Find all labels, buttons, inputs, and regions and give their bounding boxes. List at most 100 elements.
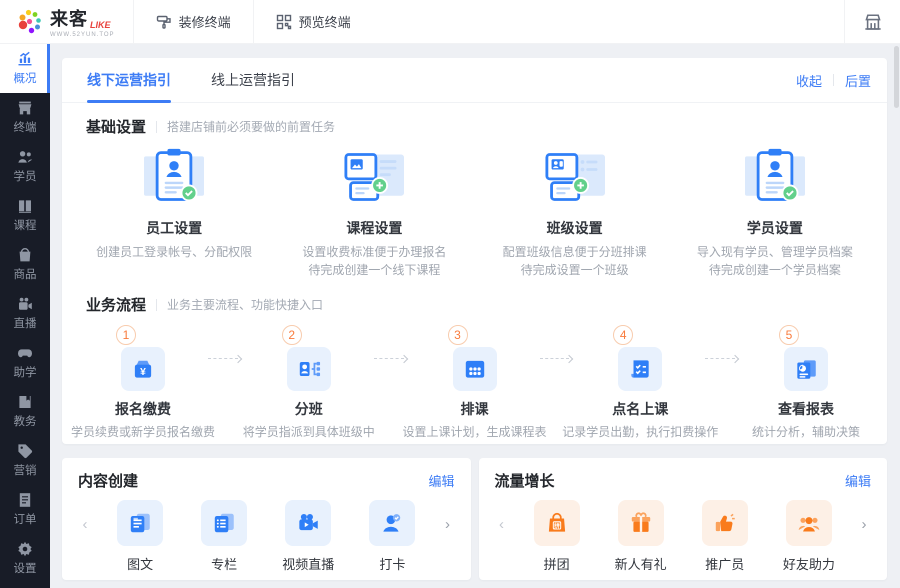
storefront-icon [864, 13, 881, 30]
setup-item-desc: 创建员工登录帐号、分配权限 [96, 245, 253, 259]
section-divider [156, 120, 158, 133]
flow-step-assign-class[interactable]: 2 分班 将学员指派到具体班级中 [243, 325, 375, 441]
setup-item-desc: 设置收费标准便于办理报名 [302, 245, 447, 259]
sidebar-item-label: 概况 [13, 73, 37, 85]
content-item-column[interactable]: 专栏 [188, 500, 260, 573]
logo-title: 来客 [50, 9, 88, 29]
content-item-video-live[interactable]: 视频直播 [272, 500, 344, 573]
traffic-item-label: 推广员 [705, 557, 745, 572]
sidebar-item-academic[interactable]: 教务 [0, 387, 50, 436]
students-icon [18, 151, 33, 163]
content-creation-items: 图文 专栏 [78, 500, 455, 573]
app-logo[interactable]: 来客 LIKE WWW.52YUN.TOP [0, 0, 133, 43]
preview-terminal-label: 预览终端 [298, 15, 351, 30]
thumb-promoter-icon [715, 513, 735, 532]
step-number: 5 [779, 325, 799, 345]
sidebar-item-terminal[interactable]: 终端 [0, 93, 50, 142]
preview-terminal-button[interactable]: 预览终端 [252, 0, 373, 43]
flow-step-roll-call[interactable]: 4 点名上课 记录学员出勤，执行扣费操作 生成课消记录 [562, 325, 718, 444]
setup-item-desc: 导入现有学员、管理学员档案 [696, 245, 853, 259]
report-pie-icon [797, 360, 816, 379]
guide-tabs: 线下运营指引 线上运营指引 收起 后置 [62, 58, 887, 103]
content-item-tile [201, 500, 248, 546]
sidebar-item-study-aid[interactable]: 助学 [0, 338, 50, 387]
tab-actions-divider [832, 74, 834, 86]
sidebar-item-marketing[interactable]: 营销 [0, 436, 50, 485]
qr-code-icon [276, 14, 291, 29]
setup-item-student[interactable]: 学员设置 导入现有学员、管理学员档案 待完成创建一个学员档案 [675, 145, 875, 279]
step-desc: 记录学员出勤，执行扣费操作 [562, 425, 719, 439]
setup-item-desc2: 待完成创建一个学员档案 [708, 263, 841, 277]
top-bar: 来客 LIKE WWW.52YUN.TOP 装修终端 预览终端 [0, 0, 900, 44]
step-name: 排课 [460, 401, 489, 417]
decorate-terminal-label: 装修终端 [178, 15, 231, 30]
traffic-item-friend-boost[interactable]: 好友助力 [773, 500, 845, 573]
flow-connector-arrow [208, 358, 238, 359]
prev-arrow-icon[interactable] [78, 516, 92, 533]
content-item-article[interactable]: 图文 [104, 500, 176, 573]
content-creation-card: 内容创建 编辑 图文 [62, 458, 471, 580]
sidebar-item-overview[interactable]: 概况 [0, 44, 50, 93]
sidebar-item-label: 商品 [13, 269, 37, 281]
sidebar-item-label: 直播 [13, 318, 37, 330]
step-icon-tile [286, 347, 331, 391]
sidebar-item-orders[interactable]: 订单 [0, 485, 50, 534]
video-live-icon [299, 514, 319, 531]
next-arrow-icon[interactable] [440, 516, 454, 533]
basic-setup-grid: 员工设置 创建员工登录帐号、分配权限 课程设置 设置收费标准便于办理报名 待完成… [62, 137, 887, 281]
decorate-terminal-button[interactable]: 装修终端 [132, 0, 253, 43]
content-item-check-in[interactable]: 打卡 [356, 500, 428, 573]
sidebar-item-goods[interactable]: 商品 [0, 240, 50, 289]
logo-icon [18, 9, 41, 34]
tab-online-guide[interactable]: 线上运营指引 [202, 58, 304, 103]
step-name: 查看报表 [778, 401, 834, 417]
clipboard-person-check-illustration [144, 148, 205, 202]
basic-setup-subtitle: 搭建店铺前必须要做的前置任务 [167, 120, 336, 134]
flow-connector-arrow [539, 358, 570, 359]
content-creation-edit-link[interactable]: 编辑 [428, 471, 454, 490]
sidebar-item-courses[interactable]: 课程 [0, 191, 50, 240]
setup-item-staff[interactable]: 员工设置 创建员工登录帐号、分配权限 [74, 145, 274, 279]
postpone-link[interactable]: 后置 [845, 71, 871, 90]
flow-connector-arrow [373, 358, 404, 359]
traffic-growth-edit-link[interactable]: 编辑 [845, 471, 871, 490]
sidebar-item-students[interactable]: 学员 [0, 142, 50, 191]
step-desc: 设置上课计划，生成课程表 [402, 425, 547, 439]
traffic-item-label: 拼团 [543, 557, 570, 572]
setup-item-name: 学员设置 [746, 220, 803, 236]
main-content: 线下运营指引 线上运营指引 收起 后置 基础设置 搭建店铺前必须要做的前置任务 [50, 44, 900, 588]
gear-icon [18, 541, 32, 557]
next-arrow-icon[interactable] [857, 516, 871, 533]
top-bar-spacer [373, 0, 844, 43]
paint-roller-icon [156, 15, 171, 29]
content-item-label: 专栏 [211, 557, 238, 572]
shop-home-button[interactable] [844, 0, 900, 43]
traffic-item-tile: 拼 [533, 500, 580, 546]
vertical-scrollbar[interactable] [894, 46, 899, 108]
live-icon [19, 297, 32, 310]
traffic-item-newcomer-gift[interactable]: 新人有礼 [605, 500, 677, 573]
sidebar-item-label: 助学 [13, 367, 37, 379]
basic-setup-title: 基础设置 [86, 119, 147, 136]
step-number: 3 [447, 325, 468, 345]
order-doc-icon [19, 493, 31, 507]
flow-step-enroll-pay[interactable]: 1 ¥ 报名缴费 学员续费或新学员报名缴费 [71, 325, 215, 441]
calendar-grid-icon [465, 360, 484, 378]
traffic-item-promoter[interactable]: 推广员 [689, 500, 761, 573]
tab-offline-guide[interactable]: 线下运营指引 [78, 58, 180, 103]
sidebar-item-live[interactable]: 直播 [0, 289, 50, 338]
collapse-link[interactable]: 收起 [796, 71, 822, 90]
traffic-item-group-buy[interactable]: 拼 拼团 [521, 500, 593, 573]
setup-item-course[interactable]: 课程设置 设置收费标准便于办理报名 待完成创建一个线下课程 [274, 145, 474, 279]
setup-item-class[interactable]: 班级设置 配置班级信息便于分班排课 待完成设置一个班级 [475, 145, 675, 279]
content-item-label: 打卡 [379, 557, 406, 572]
flow-step-schedule[interactable]: 3 排课 设置上课计划，生成课程表 [402, 325, 547, 441]
business-flow-subtitle: 业务主要流程、功能快捷入口 [167, 298, 324, 312]
sidebar-item-settings[interactable]: 设置 [0, 534, 50, 583]
store-icon [18, 101, 32, 115]
step-number: 2 [281, 325, 302, 345]
operation-guide-card: 线下运营指引 线上运营指引 收起 后置 基础设置 搭建店铺前必须要做的前置任务 [62, 58, 887, 444]
content-item-tile [369, 500, 416, 546]
flow-step-view-reports[interactable]: 5 查看报表 统计分析，辅助决策 [747, 325, 865, 441]
prev-arrow-icon[interactable] [495, 516, 509, 533]
